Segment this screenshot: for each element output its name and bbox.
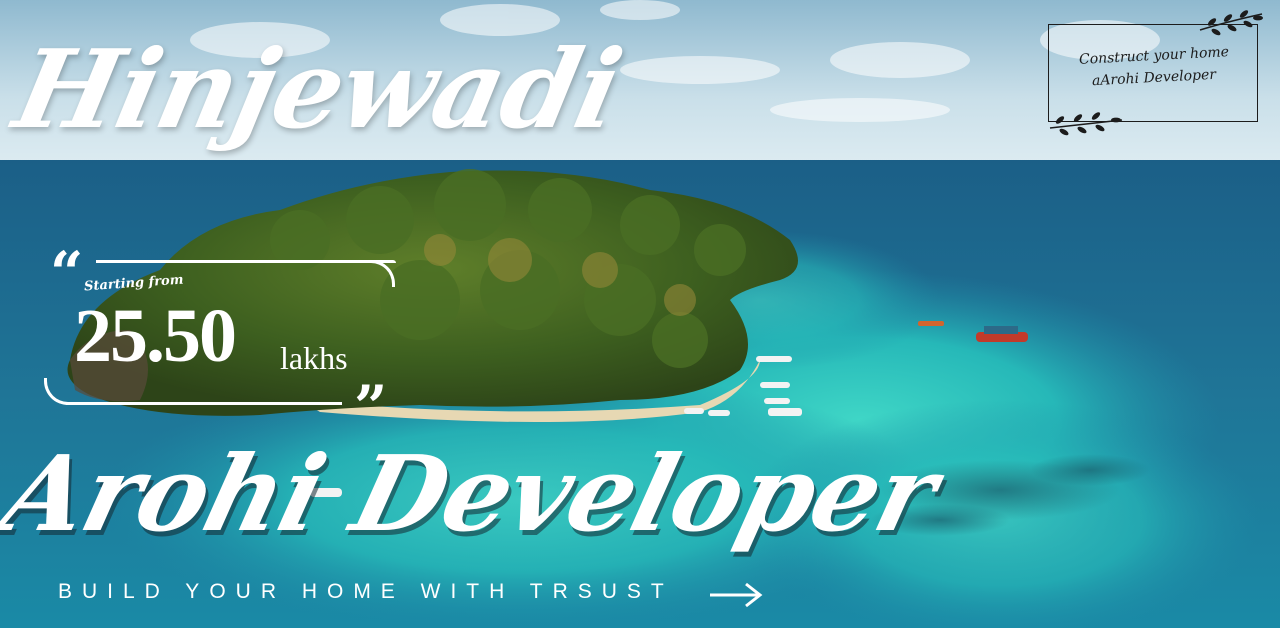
close-quote-icon: ” [354, 373, 388, 441]
price-amount: 25.50 [74, 294, 237, 378]
price-rule-top [96, 260, 396, 263]
price-unit: lakhs [280, 340, 348, 376]
leaf-sprig-icon [1199, 10, 1263, 36]
price-rule-bottom [66, 402, 342, 405]
price-rule-bottom-curl [44, 378, 73, 405]
brand-title: Arohi Developer [0, 432, 949, 555]
price-label: Starting from [83, 272, 184, 295]
leaf-sprig-icon [1049, 112, 1123, 136]
arrow-right-icon[interactable] [706, 578, 766, 612]
price-rule-top-curl [362, 260, 395, 287]
location-title: Hinjewadi [4, 27, 632, 153]
promo-badge: Construct your home aArohi Developer [1044, 8, 1268, 138]
tagline: BUILD YOUR HOME WITH TRSUST [58, 580, 674, 603]
price-block: “ Starting from 25.50 lakhs ” [44, 244, 404, 436]
